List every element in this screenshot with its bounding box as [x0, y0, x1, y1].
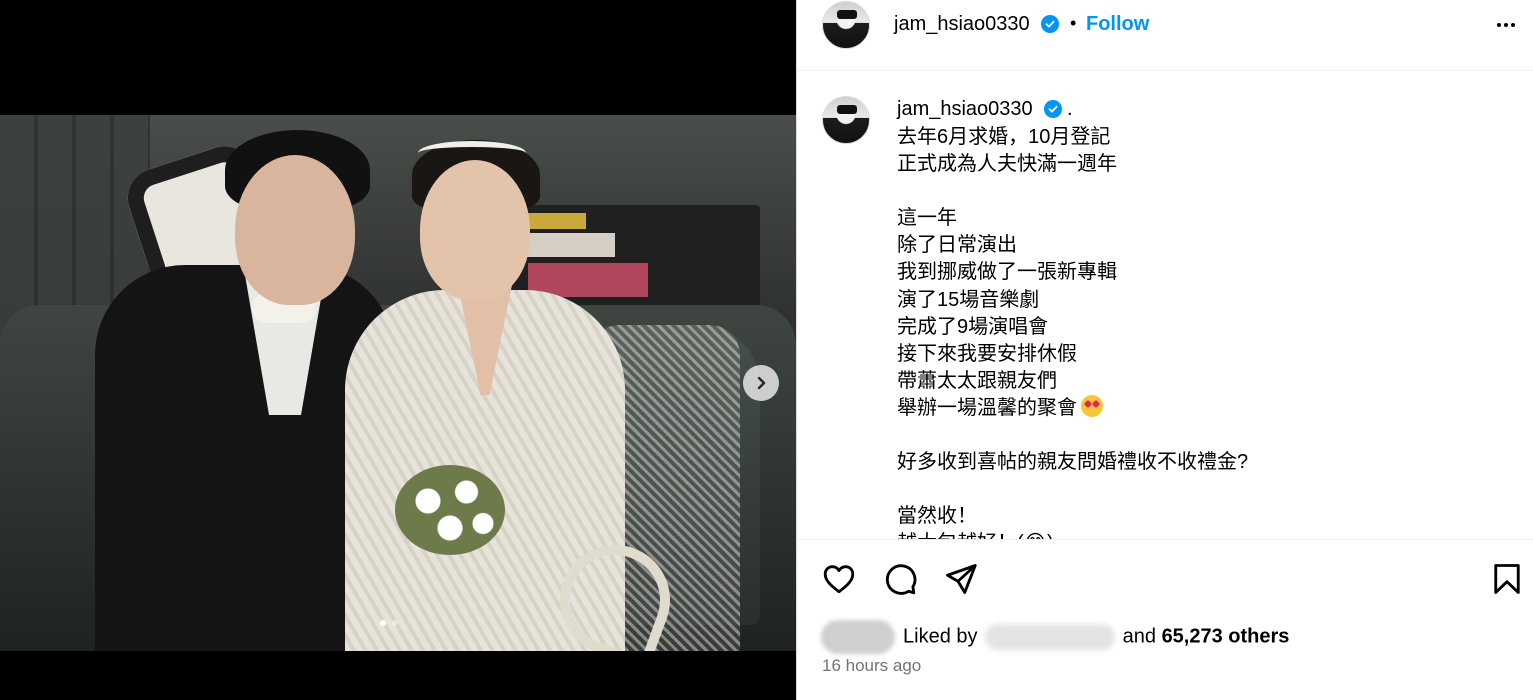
- photo-groom-face: [235, 155, 355, 305]
- caption-line-with-emoji: 舉辦一場溫馨的聚會: [897, 394, 1497, 422]
- post-photo[interactable]: [0, 115, 796, 651]
- caption-line: [897, 178, 1497, 205]
- photo-bouquet: [395, 465, 505, 555]
- divider: [797, 539, 1533, 540]
- avatar[interactable]: [822, 96, 870, 144]
- caption-text: 去年6月求婚，10月登記 正式成為人夫快滿一週年 這一年 除了日常演出 我到挪威…: [897, 124, 1497, 539]
- caption-line: [897, 422, 1497, 449]
- caption-line: 這一年: [897, 207, 957, 230]
- photo-book: [525, 233, 615, 257]
- caption-scroll-area[interactable]: jam_hsiao0330 . 去年6月求婚，10月登記 正式成為人夫快滿一週年…: [797, 71, 1533, 539]
- more-options-button[interactable]: [1491, 15, 1521, 35]
- caption-line: 完成了9場演唱會: [897, 315, 1049, 338]
- caption-line: [897, 476, 1497, 503]
- photo-tiara: [418, 141, 526, 165]
- username-link[interactable]: jam_hsiao0330: [894, 13, 1030, 36]
- separator-dot: •: [1070, 13, 1077, 33]
- liker-name-blurred[interactable]: [985, 624, 1116, 650]
- more-horizontal-icon: [1497, 23, 1501, 27]
- caption-line: 接下來我要安排休假: [897, 342, 1077, 365]
- share-button[interactable]: [943, 561, 979, 597]
- verified-badge-icon: [1041, 15, 1059, 33]
- save-button[interactable]: [1489, 561, 1525, 597]
- caption-line: 我到挪威做了一張新專輯: [897, 261, 1117, 284]
- caption-first-text: .: [1067, 98, 1073, 120]
- comment-icon: [886, 564, 917, 595]
- likes-count-link[interactable]: 65,273 others: [1162, 625, 1290, 647]
- send-icon: [946, 564, 977, 594]
- post-header: jam_hsiao0330 • Follow: [797, 0, 1533, 71]
- chevron-right-icon: [757, 376, 766, 390]
- caption-line: 越大包越好！(😂): [897, 530, 1497, 539]
- caption-line: 當然收！: [897, 505, 977, 528]
- photo-bride-face: [420, 160, 530, 300]
- caption-line: 去年6月求婚，10月登記: [897, 126, 1111, 148]
- liker-avatars-blurred[interactable]: [821, 620, 895, 654]
- heart-eyes-emoji-icon: [1081, 394, 1103, 417]
- avatar[interactable]: [822, 1, 870, 49]
- follow-button[interactable]: Follow: [1086, 13, 1149, 36]
- bookmark-icon: [1494, 564, 1520, 594]
- caption-line: 正式成為人夫快滿一週年: [897, 153, 1117, 176]
- comment-button[interactable]: [882, 561, 918, 597]
- carousel-next-button[interactable]: [743, 365, 779, 401]
- caption-line: 演了15場音樂劇: [897, 288, 1040, 311]
- carousel-indicator: [380, 620, 398, 626]
- verified-badge-icon: [1044, 100, 1062, 118]
- carousel-dot: [392, 620, 398, 626]
- carousel-dot-active: [380, 620, 386, 626]
- caption-line: 帶蕭太太跟親友們: [897, 369, 1057, 392]
- caption-line: 舉辦一場溫馨的聚會: [897, 396, 1077, 419]
- post-timestamp[interactable]: 16 hours ago: [822, 656, 921, 676]
- caption-line: 好多收到喜帖的親友問婚禮收不收禮金?: [897, 451, 1249, 474]
- liked-by-label: Liked by: [903, 625, 978, 648]
- caption-username-link[interactable]: jam_hsiao0330: [897, 98, 1033, 121]
- heart-icon: [823, 565, 855, 594]
- likes-summary: Liked by and 65,273 others: [821, 620, 1289, 654]
- and-label: and: [1122, 625, 1156, 648]
- post-sidebar: jam_hsiao0330 • Follow jam_hsiao0330 . 去…: [796, 0, 1533, 700]
- like-button[interactable]: [821, 561, 857, 597]
- media-pane: [0, 0, 796, 700]
- caption-line: 除了日常演出: [897, 234, 1017, 257]
